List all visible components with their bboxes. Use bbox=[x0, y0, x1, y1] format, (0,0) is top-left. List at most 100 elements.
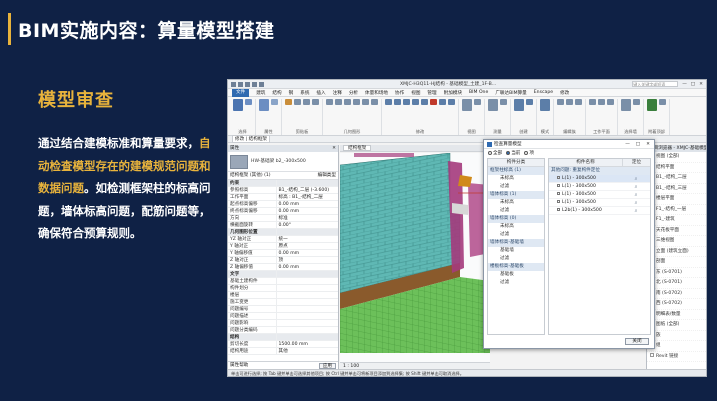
ribbon-tool-icon[interactable] bbox=[353, 99, 360, 105]
property-value[interactable] bbox=[276, 326, 338, 335]
property-value[interactable] bbox=[276, 319, 338, 328]
scope-radio[interactable]: 当前 bbox=[506, 150, 520, 156]
search-input[interactable]: 键入关键字或短语 bbox=[632, 81, 679, 87]
browser-tree-item[interactable]: 东 (S-0701) bbox=[647, 268, 706, 278]
browser-tree-item[interactable]: 北 (S-0701) bbox=[647, 278, 706, 289]
ribbon-tool-icon[interactable] bbox=[598, 99, 605, 105]
ribbon-tab[interactable]: 修改 bbox=[560, 90, 569, 96]
ribbon-tool-icon[interactable] bbox=[659, 99, 666, 105]
locate-magnifier-icon[interactable]: ⌕ bbox=[622, 175, 650, 182]
browser-tree-item[interactable]: 三维视图 bbox=[647, 236, 706, 247]
property-row[interactable]: 构件划分 bbox=[228, 284, 338, 293]
category-group[interactable]: 墙体标高-基础墙 bbox=[488, 239, 544, 247]
window-controls[interactable]: — □ ✕ bbox=[682, 82, 703, 87]
ribbon-tool-icon[interactable] bbox=[540, 99, 550, 111]
property-value[interactable]: B1_-结构_二层 (-3.600) bbox=[276, 186, 338, 195]
property-value[interactable]: 0.00 mm bbox=[276, 200, 338, 209]
browser-tree-item[interactable]: 西 (S-0702) bbox=[647, 299, 706, 310]
ribbon-tab[interactable]: 附加模块 bbox=[444, 90, 462, 96]
ribbon-tool-icon[interactable] bbox=[259, 99, 269, 111]
property-value[interactable] bbox=[276, 284, 338, 293]
ribbon-tool-icon[interactable] bbox=[326, 99, 333, 105]
property-value[interactable] bbox=[276, 305, 338, 314]
view-tab-active[interactable]: 结构框架 bbox=[343, 145, 372, 151]
ribbon-tool-icon[interactable] bbox=[335, 99, 342, 105]
checkbox-icon[interactable] bbox=[557, 176, 560, 179]
browser-tree-item[interactable]: B1_-结构_二层 bbox=[647, 173, 706, 184]
property-value[interactable] bbox=[276, 298, 338, 307]
ribbon-tool-icon[interactable] bbox=[271, 99, 278, 105]
quick-access-toolbar[interactable] bbox=[231, 81, 264, 87]
maximize-icon[interactable]: □ bbox=[691, 82, 695, 87]
ribbon-tool-icon[interactable] bbox=[633, 99, 640, 105]
ribbon-tab[interactable]: 分析 bbox=[349, 90, 358, 96]
3d-viewport[interactable] bbox=[340, 153, 490, 362]
close-icon[interactable]: ✕ bbox=[646, 142, 650, 147]
close-icon[interactable]: ✕ bbox=[332, 145, 336, 152]
property-row[interactable]: 施工变更 bbox=[228, 298, 338, 307]
ribbon-tab[interactable]: 协作 bbox=[395, 90, 404, 96]
result-row[interactable]: L(1) - 300x500 ⌕ bbox=[549, 175, 650, 183]
category-item[interactable]: 基础墙 bbox=[488, 247, 544, 255]
category-group[interactable]: 墙体标高 (1) bbox=[488, 191, 544, 199]
result-row[interactable]: L(1) - 300x500 ⌕ bbox=[549, 183, 650, 191]
ribbon-tool-icon[interactable] bbox=[526, 99, 533, 105]
property-row[interactable]: 楼层 bbox=[228, 291, 338, 300]
ribbon-tool-icon[interactable] bbox=[394, 99, 401, 105]
radio-icon[interactable] bbox=[524, 150, 529, 155]
ribbon-tool-icon[interactable] bbox=[607, 99, 614, 105]
category-group[interactable]: 楼板标高-基础板 bbox=[488, 263, 544, 271]
property-row[interactable]: 参照标高 B1_-结构_二层 (-3.600) bbox=[228, 186, 338, 195]
browser-tree-item[interactable]: F1_-建筑 bbox=[647, 215, 706, 226]
ribbon-tool-icon[interactable] bbox=[575, 99, 582, 105]
ribbon-tab[interactable]: 文件 bbox=[232, 88, 250, 97]
properties-filter[interactable]: 结构框架 (其他) (1) 编辑类型 bbox=[228, 172, 338, 180]
property-value[interactable]: 统一 bbox=[276, 235, 338, 244]
ribbon-tool-icon[interactable] bbox=[233, 99, 243, 111]
result-group[interactable]: 其他问题: 重复构件定位 bbox=[549, 167, 650, 175]
category-item[interactable]: 未标高 bbox=[488, 223, 544, 231]
ribbon-tab[interactable]: BIM One bbox=[469, 90, 488, 95]
property-value[interactable]: 原点 bbox=[276, 242, 338, 251]
browser-tree-item[interactable]: 立面 (建筑立面) bbox=[647, 247, 706, 257]
ribbon-tab[interactable]: 结构 bbox=[272, 90, 281, 96]
result-row[interactable]: L(1) - 300x500 ⌕ bbox=[549, 191, 650, 199]
locate-magnifier-icon[interactable]: ⌕ bbox=[622, 183, 650, 190]
category-group[interactable]: 框架柱标高 (1) bbox=[488, 167, 544, 175]
browser-tree-item[interactable]: 视图 (全部) bbox=[647, 152, 706, 163]
locate-magnifier-icon[interactable]: ⌕ bbox=[622, 207, 650, 214]
browser-tree-item[interactable]: 族 bbox=[647, 331, 706, 341]
property-row[interactable]: Z 轴偏移值 0.00 mm bbox=[228, 263, 338, 272]
ribbon-tool-icon[interactable] bbox=[421, 99, 428, 105]
ribbon-tool-icon[interactable] bbox=[557, 99, 564, 105]
ribbon-tool-icon[interactable] bbox=[589, 99, 596, 105]
property-value[interactable]: 1500.00 mm bbox=[276, 340, 338, 349]
property-row[interactable]: Y 轴偏移值 0.00 mm bbox=[228, 249, 338, 258]
properties-help-link[interactable]: 属性帮助 bbox=[230, 362, 248, 369]
locate-magnifier-icon[interactable]: ⌕ bbox=[622, 191, 650, 198]
property-row[interactable]: 剪切长度 1500.00 mm bbox=[228, 340, 338, 349]
property-row[interactable]: 问题分类编码 bbox=[228, 326, 338, 335]
ribbon-tool-icon[interactable] bbox=[448, 99, 455, 105]
ribbon-tab[interactable]: 管理 bbox=[427, 90, 436, 96]
result-row[interactable]: L2b(1) - 300x500 ⌕ bbox=[549, 207, 650, 215]
ribbon-tool-icon[interactable] bbox=[312, 99, 319, 105]
ribbon-tool-icon[interactable] bbox=[303, 99, 310, 105]
ribbon-tool-icon[interactable] bbox=[500, 99, 507, 105]
property-row[interactable]: Z 轴对正顶 bbox=[228, 256, 338, 265]
browser-tree-item[interactable]: 天花板平面 bbox=[647, 226, 706, 236]
browser-tree-item[interactable]: 楼层平面 bbox=[647, 194, 706, 205]
category-group[interactable]: 墙体标高 (0) bbox=[488, 215, 544, 223]
property-value[interactable]: 标准 bbox=[276, 214, 338, 223]
property-row[interactable]: 问题描述 bbox=[228, 312, 338, 321]
property-row[interactable]: 方向 标准 bbox=[228, 214, 338, 223]
property-row[interactable]: YZ 轴对正 统一 bbox=[228, 235, 338, 244]
property-value[interactable] bbox=[276, 291, 338, 300]
category-item[interactable]: 过滤 bbox=[488, 207, 544, 215]
ribbon-tool-icon[interactable] bbox=[362, 99, 369, 105]
ribbon-tool-icon[interactable] bbox=[371, 99, 378, 105]
property-row[interactable]: 基础土建构件 bbox=[228, 277, 338, 286]
ribbon-tool-icon[interactable] bbox=[566, 99, 573, 105]
ribbon-tool-icon[interactable] bbox=[462, 99, 472, 111]
ribbon-tab[interactable]: Enscape bbox=[534, 90, 553, 95]
